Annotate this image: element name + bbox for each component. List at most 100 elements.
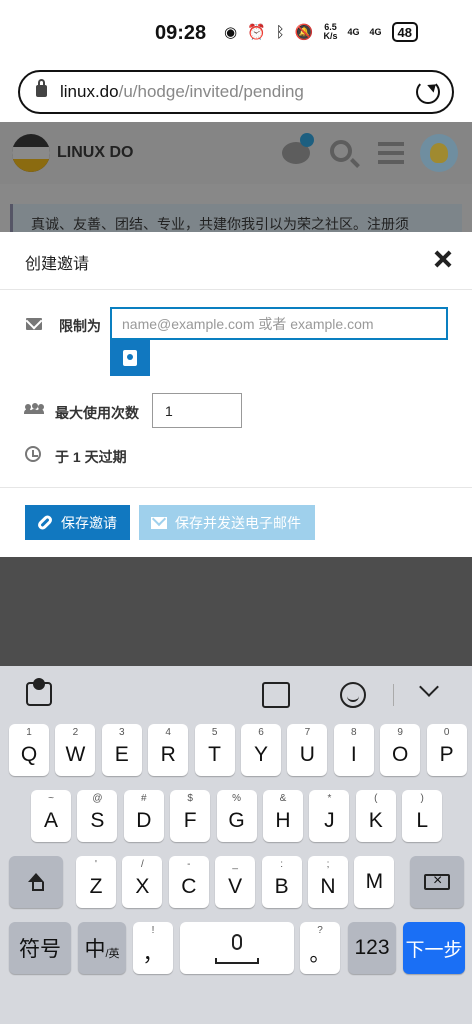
restrict-label: 限制为 [59, 318, 101, 334]
keyboard-toolbar [0, 666, 472, 722]
key-hint: * [327, 793, 332, 804]
key-w[interactable]: 2W [55, 724, 96, 776]
symbols-key[interactable]: 符号 [9, 922, 71, 974]
key-hint: ( [374, 793, 378, 804]
key-o[interactable]: 9O [380, 724, 421, 776]
key-l[interactable]: ) L [402, 790, 443, 842]
key-label: P [439, 743, 454, 766]
key-label: Y [253, 743, 268, 766]
key-c[interactable]: -C [168, 856, 209, 908]
clipboard-icon[interactable] [262, 682, 290, 708]
period-key[interactable]: ?。 [300, 922, 340, 974]
emoji-icon[interactable] [340, 682, 366, 708]
max-uses-input[interactable] [152, 393, 242, 428]
key-hint: 6 [258, 727, 264, 738]
key-s[interactable]: @ S [77, 790, 118, 842]
reload-icon[interactable] [416, 80, 440, 104]
key-label: V [228, 875, 243, 898]
alarm-icon: ⏰ [247, 24, 266, 41]
key-t[interactable]: 5T [194, 724, 235, 776]
key-label: E [114, 743, 129, 766]
url-text[interactable]: linux.do/u/hodge/invited/pending [60, 82, 304, 102]
backspace-icon [424, 872, 450, 890]
close-icon[interactable] [432, 248, 454, 270]
key-label: 。 [309, 943, 331, 966]
key-hint: 4 [165, 727, 171, 738]
key-label: R [160, 743, 176, 766]
contacts-button[interactable] [110, 340, 150, 376]
hamburger-menu-icon[interactable] [378, 142, 404, 164]
space-key[interactable] [180, 922, 294, 974]
key-label: A [43, 809, 58, 832]
key-hint: ! [151, 925, 155, 936]
battery-indicator: 48 [391, 22, 418, 42]
key-j[interactable]: * J [309, 790, 350, 842]
site-name[interactable]: LINUX DO [57, 144, 133, 162]
key-label: H [275, 809, 291, 832]
shift-icon [27, 873, 45, 891]
key-v[interactable]: _ V [215, 856, 256, 908]
key-label: Z [89, 875, 103, 898]
key-hint: / [141, 859, 144, 870]
key-n[interactable]: ; N [308, 856, 348, 908]
key-label: B [274, 875, 289, 898]
key-hint: & [279, 793, 287, 804]
key-hint: ) [420, 793, 424, 804]
key-i[interactable]: 8I [333, 724, 374, 776]
save-invite-button[interactable]: 保存邀请 [25, 505, 130, 540]
key-label: 符号 [19, 938, 61, 961]
key-label: 下一步 [405, 939, 463, 961]
key-y[interactable]: 6Y [241, 724, 281, 776]
save-and-send-email-button[interactable]: 保存并发送电子邮件 [139, 505, 315, 540]
key-d[interactable]: # D [123, 790, 164, 842]
key-u[interactable]: 7U [287, 724, 328, 776]
site-logo[interactable] [12, 134, 50, 172]
key-m[interactable]: M [354, 856, 395, 908]
url-bar[interactable]: linux.do/u/hodge/invited/pending [18, 70, 454, 114]
email-restriction-input[interactable] [110, 307, 448, 340]
chevron-down-icon[interactable] [419, 677, 439, 697]
lang-main-label: 中 [84, 938, 106, 961]
key-f[interactable]: $ F [170, 790, 211, 842]
key-r[interactable]: 4R [148, 724, 189, 776]
key-label: G [228, 809, 245, 832]
users-icon [24, 403, 44, 414]
key-x[interactable]: / X [122, 856, 163, 908]
key-q[interactable]: 1Q [9, 724, 49, 776]
key-hint: $ [187, 793, 193, 804]
status-time: 09:28 [155, 22, 207, 44]
modal-divider-top [0, 289, 472, 290]
key-h[interactable]: & H [263, 790, 303, 842]
shift-key[interactable] [9, 856, 63, 908]
status-icons: ◉ ⏰ ᛒ 🔕 6.5 K/s 4G 4G 48 [224, 22, 418, 42]
key-g[interactable]: % G [216, 790, 257, 842]
key-p[interactable]: 0P [426, 724, 467, 776]
key-label: D [136, 809, 152, 832]
keyboard-switch-icon[interactable] [26, 678, 52, 706]
key-hint: 7 [304, 727, 311, 738]
key-k[interactable]: (K [355, 790, 396, 842]
key-a[interactable]: ~ A [31, 790, 71, 842]
lang-sub-label: /英 [105, 948, 120, 960]
comma-key[interactable]: !， [133, 922, 173, 974]
key-hint: ? [317, 925, 323, 936]
language-switch-key[interactable]: 中/英 [78, 922, 126, 974]
space-bar-icon [215, 958, 259, 964]
create-invite-modal: 创建邀请 限制为 最大使用次数 于 1 天过期 保存邀请 保存并发送电子邮件 [0, 232, 472, 557]
site-header: LINUX DO [0, 122, 472, 184]
key-hint: @ [92, 793, 103, 804]
backspace-key[interactable] [410, 856, 464, 908]
key-hint: - [187, 859, 191, 870]
key-label: K [368, 809, 383, 832]
search-icon[interactable] [330, 140, 352, 162]
numbers-key[interactable]: 123 [348, 922, 396, 974]
key-b[interactable]: :B [261, 856, 302, 908]
next-key[interactable]: 下一步 [403, 922, 465, 974]
key-z[interactable]: ' Z [76, 856, 116, 908]
user-avatar[interactable] [420, 134, 458, 172]
key-e[interactable]: 3E [101, 724, 142, 776]
key-hint: # [141, 793, 147, 804]
url-path: /u/hodge/invited/pending [118, 82, 304, 101]
key-hint: 2 [72, 727, 79, 738]
expiry-text[interactable]: 于 1 天过期 [55, 447, 127, 467]
